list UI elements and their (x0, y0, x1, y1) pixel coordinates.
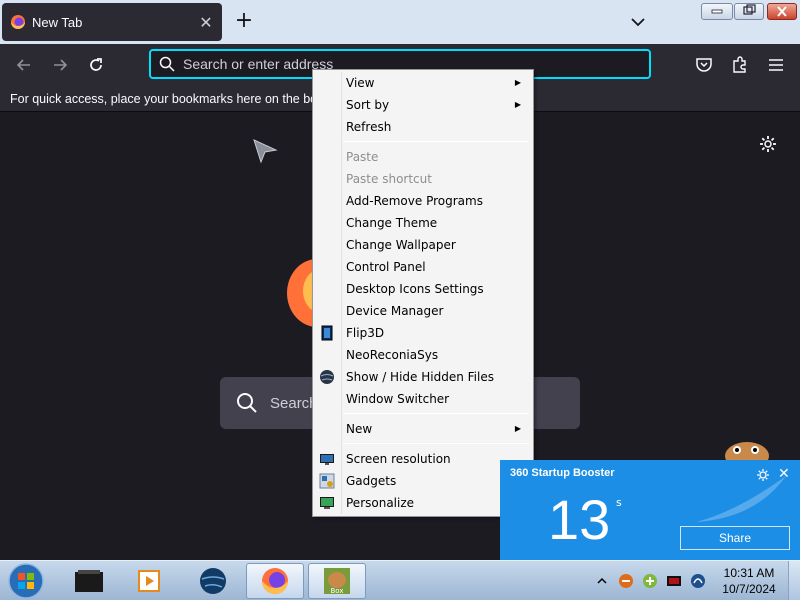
menu-separator (343, 141, 529, 142)
pocket-icon[interactable] (694, 55, 714, 75)
tray-monitor-icon[interactable] (666, 573, 682, 589)
menu-item-label: Personalize (346, 496, 415, 510)
menu-item-change-wallpaper[interactable]: Change Wallpaper (315, 234, 531, 256)
close-icon[interactable] (767, 3, 797, 20)
gear-icon[interactable] (756, 468, 770, 482)
submenu-arrow-icon: ▶ (514, 424, 521, 433)
globe-icon (320, 370, 334, 384)
menu-item-flip3d[interactable]: Flip3D (315, 322, 531, 344)
share-button[interactable]: Share (680, 526, 790, 550)
menu-item-personalize[interactable]: Personalize (315, 492, 531, 514)
menu-item-gadgets[interactable]: Gadgets (315, 470, 531, 492)
firefox-icon (11, 15, 25, 29)
menu-icon[interactable] (766, 55, 786, 75)
startup-booster-popup: 360 Startup Booster ✕ 13 s Share (500, 460, 800, 560)
menu-separator (343, 413, 529, 414)
menu-item-label: Desktop Icons Settings (346, 282, 484, 296)
menu-item-label: Paste shortcut (346, 172, 432, 186)
mouse-pointer-icon (253, 139, 278, 164)
taskbar: Box 10:31 AM 10/7/2024 (0, 560, 800, 600)
menu-item-label: Sort by (346, 98, 390, 112)
chevron-down-icon[interactable] (628, 12, 648, 32)
globe-browser-icon[interactable] (184, 563, 242, 599)
menu-item-label: Device Manager (346, 304, 444, 318)
address-bar-placeholder: Search or enter address (183, 56, 334, 72)
folder-app-icon[interactable] (60, 563, 118, 599)
tab-strip: New Tab ✕ + (0, 0, 800, 44)
menu-item-paste[interactable]: Paste (315, 146, 531, 168)
menu-item-change-theme[interactable]: Change Theme (315, 212, 531, 234)
tab-new-tab[interactable]: New Tab ✕ (2, 3, 222, 41)
menu-item-label: Change Wallpaper (346, 238, 456, 252)
show-desktop-button[interactable] (788, 561, 800, 600)
gadgets-icon (319, 473, 335, 489)
reload-icon[interactable] (86, 55, 106, 75)
menu-item-screen-resolution[interactable]: Screen resolution (315, 448, 531, 470)
menu-item-device-manager[interactable]: Device Manager (315, 300, 531, 322)
menu-item-label: Window Switcher (346, 392, 450, 406)
menu-item-paste-shortcut[interactable]: Paste shortcut (315, 168, 531, 190)
display-icon (320, 454, 334, 465)
windows-start-icon[interactable] (4, 562, 48, 600)
search-icon (237, 393, 257, 413)
menu-item-label: NeoReconiaSys (346, 348, 439, 362)
media-player-icon[interactable] (120, 563, 178, 599)
menu-item-label: Screen resolution (346, 452, 451, 466)
back-arrow-icon[interactable] (14, 55, 34, 75)
close-icon[interactable]: ✕ (198, 13, 214, 32)
submenu-arrow-icon: ▶ (514, 78, 521, 87)
taskbar-clock[interactable]: 10:31 AM 10/7/2024 (716, 565, 782, 597)
menu-item-label: Refresh (346, 120, 392, 134)
menu-item-show-hide-hidden-files[interactable]: Show / Hide Hidden Files (315, 366, 531, 388)
forward-arrow-icon[interactable] (50, 55, 70, 75)
tray-expand-icon[interactable] (596, 575, 608, 587)
plus-icon[interactable]: + (232, 10, 256, 34)
menu-item-desktop-icons-settings[interactable]: Desktop Icons Settings (315, 278, 531, 300)
menu-item-new[interactable]: New ▶ (315, 418, 531, 440)
tray-network-icon[interactable] (690, 573, 706, 589)
minimize-icon[interactable] (701, 3, 733, 20)
box-app-icon[interactable]: Box (308, 563, 366, 599)
search-icon (159, 56, 175, 72)
svg-text:Box: Box (330, 587, 343, 595)
menu-item-label: Change Theme (346, 216, 438, 230)
menu-item-add-remove-programs[interactable]: Add-Remove Programs (315, 190, 531, 212)
maximize-icon[interactable] (734, 3, 764, 20)
menu-item-label: Show / Hide Hidden Files (346, 370, 494, 384)
clock-date: 10/7/2024 (722, 582, 776, 596)
gear-icon[interactable] (758, 134, 778, 154)
boot-time-unit: s (616, 496, 622, 509)
menu-item-sort-by[interactable]: Sort by ▶ (315, 94, 531, 116)
menu-item-label: New (346, 422, 373, 436)
tray-add-icon[interactable] (642, 573, 658, 589)
menu-item-window-switcher[interactable]: Window Switcher (315, 388, 531, 410)
submenu-arrow-icon: ▶ (514, 100, 521, 109)
close-icon[interactable]: ✕ (778, 466, 792, 482)
desktop-context-menu: View ▶ Sort by ▶ Refresh Paste Paste shortcut A… (312, 69, 534, 517)
menu-item-label: Add-Remove Programs (346, 194, 483, 208)
web-search-placeholder: Search (270, 394, 318, 412)
menu-item-label: Flip3D (346, 326, 385, 340)
menu-item-label: Control Panel (346, 260, 426, 274)
menu-item-refresh[interactable]: Refresh (315, 116, 531, 138)
booster-title: 360 Startup Booster (510, 467, 615, 479)
personalize-icon (320, 497, 334, 509)
tab-title: New Tab (32, 14, 83, 30)
menu-item-view[interactable]: View ▶ (315, 72, 531, 94)
menu-item-label: Gadgets (346, 474, 397, 488)
menu-item-label: View (346, 76, 375, 90)
tray-stop-icon[interactable] (618, 573, 634, 589)
clock-time: 10:31 AM (723, 566, 775, 580)
menu-item-label: Paste (346, 150, 379, 164)
menu-item-neoreconiasys[interactable]: NeoReconiaSys (315, 344, 531, 366)
boot-time-value: 13 (548, 488, 611, 551)
firefox-icon[interactable] (246, 563, 304, 599)
menu-separator (343, 443, 529, 444)
extensions-icon[interactable] (730, 55, 750, 75)
flip3d-icon (321, 325, 333, 341)
menu-item-control-panel[interactable]: Control Panel (315, 256, 531, 278)
